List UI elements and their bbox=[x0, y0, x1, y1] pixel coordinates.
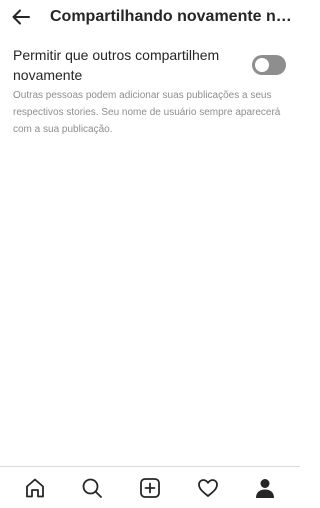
nav-profile[interactable] bbox=[245, 468, 285, 508]
arrow-left-icon bbox=[11, 7, 31, 27]
new-post-icon bbox=[139, 477, 161, 499]
nav-activity[interactable] bbox=[188, 468, 228, 508]
allow-reshare-setting: Permitir que outros compartilhem novamen… bbox=[13, 45, 289, 85]
allow-reshare-toggle[interactable] bbox=[252, 55, 286, 75]
header: Compartilhando novamente no Stories bbox=[0, 0, 300, 34]
screen: Compartilhando novamente no Stories Perm… bbox=[0, 0, 300, 508]
nav-home[interactable] bbox=[15, 468, 55, 508]
profile-icon bbox=[254, 477, 276, 499]
search-icon bbox=[81, 477, 103, 499]
heart-icon bbox=[197, 477, 219, 499]
setting-description: Outras pessoas podem adicionar suas publ… bbox=[13, 90, 281, 135]
nav-new-post[interactable] bbox=[130, 468, 170, 508]
setting-label: Permitir que outros compartilhem novamen… bbox=[13, 47, 220, 83]
toggle-knob bbox=[255, 58, 269, 72]
nav-search[interactable] bbox=[72, 468, 112, 508]
home-icon bbox=[24, 477, 46, 499]
back-button[interactable] bbox=[10, 6, 32, 28]
page-title: Compartilhando novamente no Stories bbox=[50, 8, 296, 25]
bottom-navigation bbox=[0, 466, 300, 508]
